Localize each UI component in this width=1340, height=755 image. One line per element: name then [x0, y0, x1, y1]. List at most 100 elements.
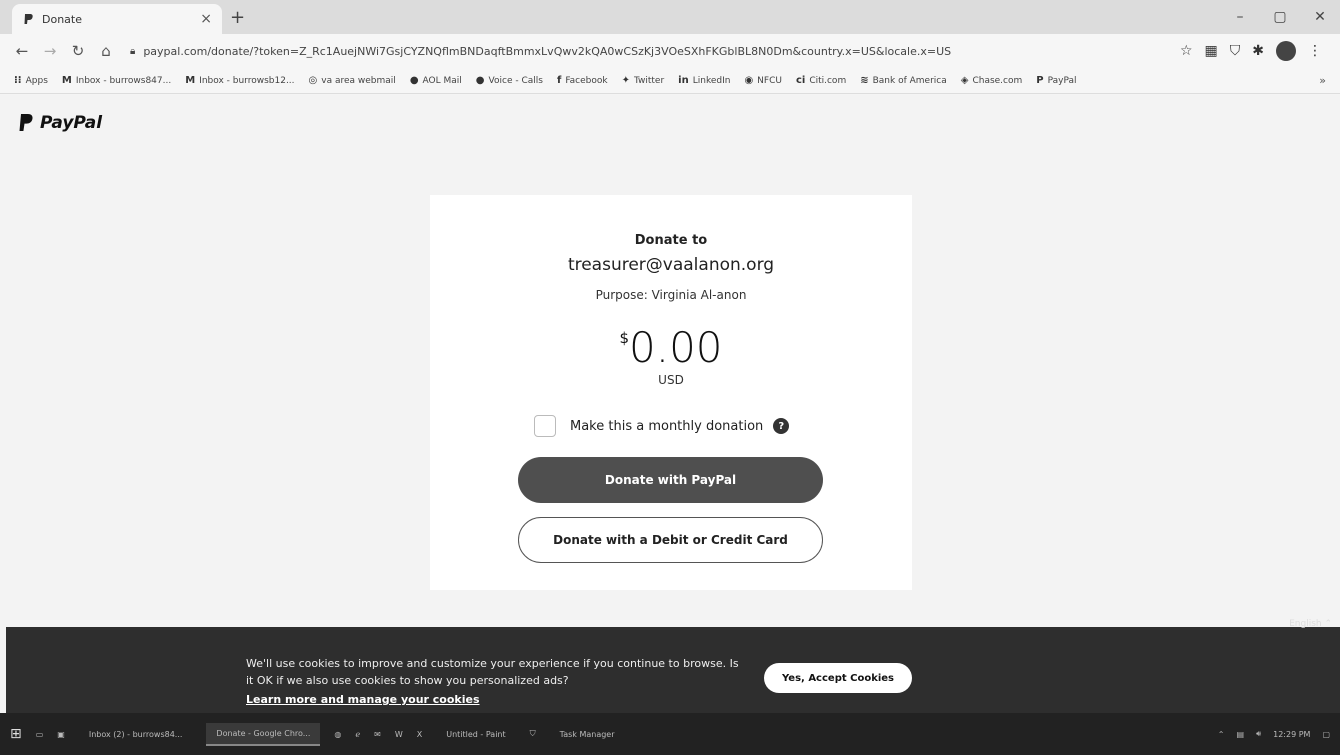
clock-time[interactable]: 12:29 PM	[1273, 730, 1310, 739]
paypal-page: PayPal Donate to treasurer@vaalanon.org …	[0, 95, 1340, 627]
taskbar-app-paint[interactable]: Untitled - Paint	[436, 724, 515, 745]
donate-with-card-button[interactable]: Donate with a Debit or Credit Card	[518, 517, 823, 563]
accept-cookies-button[interactable]: Yes, Accept Cookies	[764, 663, 912, 693]
manage-cookies-link[interactable]: Learn more and manage your cookies	[246, 693, 480, 706]
notification-icon[interactable]: ▢	[1322, 730, 1330, 739]
edge-icon[interactable]: ℯ	[355, 730, 360, 739]
monthly-donation-checkbox[interactable]	[534, 415, 556, 437]
task-view-icon[interactable]: ▭	[36, 730, 44, 739]
bookmark-label: Bank of America	[872, 75, 947, 86]
bookmark-label: Facebook	[565, 75, 608, 86]
browser-toolbar: ← → ↻ ⌂ 🔒︎ paypal.com/donate/?token=Z_Rc…	[0, 34, 1340, 68]
currency-code: USD	[658, 373, 684, 387]
help-icon[interactable]: ?	[773, 418, 790, 434]
bookmark-item[interactable]: M Inbox - burrowsb12...	[185, 75, 294, 86]
shield-icon[interactable]: ⛉	[530, 729, 536, 739]
bookmark-item[interactable]: ◈ Chase.com	[961, 75, 1023, 86]
url-text: paypal.com/donate/?token=Z_Rc1AuejNWi7Gs…	[143, 44, 952, 58]
bookmark-label: Chase.com	[972, 75, 1023, 86]
voice-icon: ●	[475, 75, 485, 86]
maximize-button[interactable]: ▢	[1260, 0, 1300, 34]
chevron-up-icon[interactable]: ⌃	[1218, 730, 1225, 739]
bookmark-item[interactable]: in LinkedIn	[678, 75, 730, 86]
bookmark-label: Inbox - burrows847...	[75, 75, 172, 86]
extensions-puzzle-icon[interactable]: ✱	[1252, 43, 1264, 59]
network-icon[interactable]: ▤	[1237, 730, 1245, 739]
new-tab-button[interactable]: +	[230, 7, 245, 28]
amount-value: 0.00	[629, 323, 723, 372]
chase-icon: ◈	[960, 75, 969, 86]
paypal-logo[interactable]: PayPal	[18, 113, 102, 133]
windows-start-icon[interactable]: ⊞	[10, 726, 22, 742]
monthly-donation-row: Make this a monthly donation ?	[534, 415, 790, 437]
taskbar-app-inbox[interactable]: Inbox (2) - burrows84...	[79, 724, 193, 745]
bookmark-label: PayPal	[1047, 75, 1077, 86]
forward-arrow-icon[interactable]: →	[38, 42, 62, 60]
twitter-icon: ✦	[621, 75, 630, 86]
language-selector[interactable]: English ⌃	[1289, 619, 1332, 629]
citi-icon: ci	[795, 75, 806, 86]
back-arrow-icon[interactable]: ←	[10, 42, 34, 60]
toolbar-icons: ☆ ▦ ⛉ ✱ ⋮	[1180, 41, 1322, 61]
gmail-icon: M	[185, 75, 196, 86]
linkedin-icon: in	[678, 75, 689, 86]
paypal-icon: P	[1036, 75, 1044, 86]
cookie-message: We'll use cookies to improve and customi…	[246, 657, 739, 687]
bookmark-item[interactable]: ◉ NFCU	[744, 75, 782, 86]
tab-close-icon[interactable]: ×	[200, 11, 212, 27]
profile-avatar[interactable]	[1276, 41, 1296, 61]
taskbar-app-chrome[interactable]: Donate - Google Chro...	[206, 722, 321, 746]
bookmark-item[interactable]: ✦ Twitter	[622, 75, 665, 86]
bookmark-label: Inbox - burrowsb12...	[199, 75, 295, 86]
mail-icon[interactable]: ✉	[374, 730, 381, 739]
close-window-button[interactable]: ✕	[1300, 0, 1340, 34]
store-icon[interactable]: ▣	[57, 730, 65, 739]
paypal-logo-icon	[19, 114, 33, 131]
bookmark-label: NFCU	[757, 75, 782, 86]
donate-with-paypal-button[interactable]: Donate with PayPal	[518, 457, 823, 503]
bookmark-item[interactable]: ⁝⁝ Apps	[14, 75, 48, 86]
bookmark-item[interactable]: f Facebook	[557, 75, 608, 86]
extension-icon[interactable]: ▦	[1205, 43, 1218, 59]
amount-field[interactable]: $0.00	[430, 323, 912, 372]
recipient-email: treasurer@vaalanon.org	[567, 255, 775, 275]
lock-icon[interactable]: 🔒︎	[130, 46, 135, 57]
bookmark-label: AOL Mail	[422, 75, 462, 86]
tab-title: Donate	[42, 12, 82, 26]
window-controls: – ▢ ✕	[1220, 0, 1340, 34]
chrome-icon[interactable]: ◍	[334, 730, 341, 739]
bookmark-star-icon[interactable]: ☆	[1180, 43, 1193, 59]
minimize-button[interactable]: –	[1220, 0, 1260, 34]
bookmarks-overflow-icon[interactable]: »	[1319, 74, 1326, 87]
home-icon[interactable]: ⌂	[94, 42, 118, 60]
bookmark-item[interactable]: ● AOL Mail	[410, 75, 462, 86]
extension-shield-icon[interactable]: ⛉	[1230, 43, 1241, 59]
bookmark-item[interactable]: ◎ va area webmail	[309, 75, 396, 86]
system-tray: ⌃ ▤ 🔊︎ 12:29 PM ▢	[1218, 729, 1330, 739]
donation-card: Donate to treasurer@vaalanon.org Purpose…	[430, 195, 912, 590]
address-bar[interactable]: 🔒︎ paypal.com/donate/?token=Z_Rc1AuejNWi…	[130, 38, 1170, 64]
bookmark-item[interactable]: ≋ Bank of America	[860, 75, 947, 86]
bookmark-item[interactable]: ci Citi.com	[796, 75, 846, 86]
bookmark-label: Voice - Calls	[488, 75, 543, 86]
paypal-favicon-icon	[24, 14, 33, 24]
taskbar-app-task-manager[interactable]: Task Manager	[550, 724, 625, 745]
bookmark-label: Citi.com	[809, 75, 847, 86]
bookmark-item[interactable]: ● Voice - Calls	[476, 75, 543, 86]
monthly-donation-label[interactable]: Make this a monthly donation	[570, 419, 763, 434]
reload-icon[interactable]: ↻	[66, 42, 90, 60]
facebook-icon: f	[556, 75, 562, 86]
bookmark-label: LinkedIn	[692, 75, 731, 86]
volume-icon[interactable]: 🔊︎	[1256, 729, 1261, 739]
browser-tab[interactable]: Donate ×	[12, 4, 222, 34]
paypal-wordmark: PayPal	[40, 113, 103, 133]
word-icon[interactable]: W	[395, 730, 403, 739]
boa-icon: ≋	[860, 75, 869, 86]
tab-strip: Donate × + – ▢ ✕	[0, 0, 1340, 34]
bookmark-label: va area webmail	[321, 75, 396, 86]
webmail-icon: ◎	[308, 75, 318, 86]
bookmark-item[interactable]: M Inbox - burrows847...	[62, 75, 171, 86]
menu-kebab-icon[interactable]: ⋮	[1308, 43, 1322, 59]
bookmark-item[interactable]: P PayPal	[1036, 75, 1076, 86]
excel-icon[interactable]: X	[417, 730, 422, 739]
